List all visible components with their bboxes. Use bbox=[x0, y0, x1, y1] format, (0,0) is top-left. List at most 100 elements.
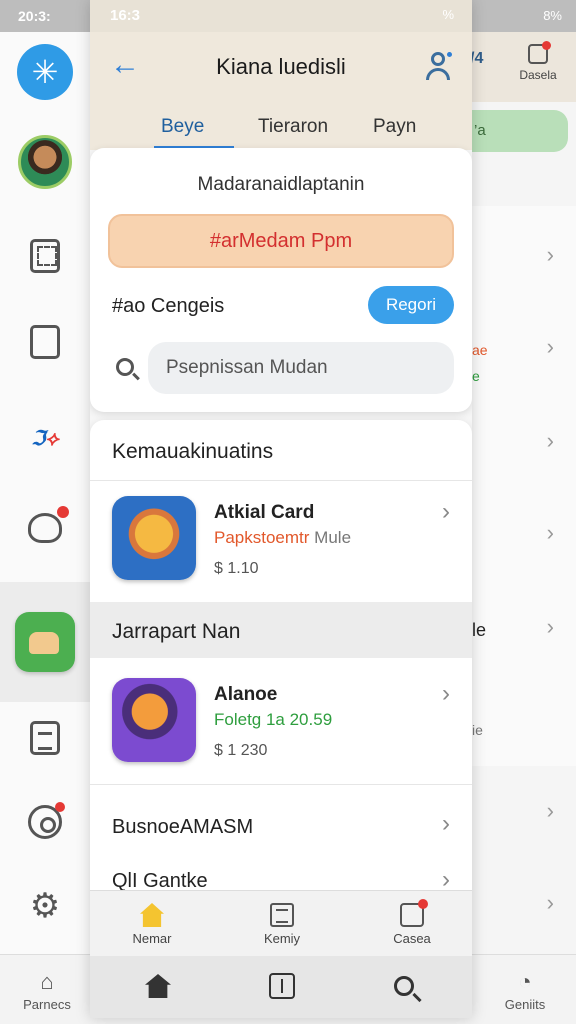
game-app-icon bbox=[15, 612, 75, 672]
section-title: Kemauakinuatins bbox=[112, 440, 274, 463]
chevron-right-icon[interactable]: › bbox=[547, 242, 554, 268]
tab-beye[interactable]: Beye bbox=[161, 116, 204, 138]
file-icon bbox=[30, 325, 60, 359]
app-list-card: Kemauakinuatins Atkial Card Papkstoemtr … bbox=[90, 420, 472, 900]
promo-banner[interactable]: #arMedam Ppm bbox=[108, 214, 454, 268]
background-fragment: ae bbox=[472, 342, 488, 358]
app-list-item[interactable]: Atkial Card Papkstoemtr Mule $ 1.10 › bbox=[90, 482, 472, 592]
list-row-label: BusnoeAMASM bbox=[112, 816, 254, 838]
tab-tieraron[interactable]: Tieraron bbox=[258, 116, 328, 138]
background-nav-settings[interactable]: ◔ Geniits bbox=[490, 969, 560, 1012]
background-fragment: e bbox=[472, 368, 480, 384]
rail-item-avatar[interactable] bbox=[0, 122, 90, 202]
rail-item-file[interactable] bbox=[0, 302, 90, 382]
nav-tab-cases[interactable]: Casea bbox=[372, 899, 452, 946]
app-subtitle: Foletg 1a 20.59 bbox=[214, 710, 332, 730]
app-list-item[interactable]: Alanoe Foletg 1a 20.59 $ 1 230 › bbox=[90, 664, 472, 774]
status-battery: % bbox=[442, 7, 454, 22]
status-bar: 16:3 % bbox=[90, 0, 472, 32]
system-search-button[interactable] bbox=[384, 970, 424, 1002]
tab-payn[interactable]: Payn bbox=[373, 116, 416, 138]
background-top-number: /​4 bbox=[470, 50, 484, 67]
chevron-right-icon[interactable]: › bbox=[547, 798, 554, 824]
square-icon bbox=[269, 973, 295, 999]
background-nav-home[interactable]: ⌂ Parnecs bbox=[12, 969, 82, 1012]
background-green-chip[interactable]: ’a bbox=[470, 110, 568, 152]
chevron-right-icon[interactable]: › bbox=[547, 428, 554, 454]
divider bbox=[90, 784, 472, 785]
background-green-chip-text: ’a bbox=[474, 122, 486, 139]
chevron-right-icon[interactable]: › bbox=[547, 520, 554, 546]
background-status-time: 20:3: bbox=[18, 8, 51, 24]
chevron-right-icon[interactable]: › bbox=[547, 614, 554, 640]
background-nav-home-label: Parnecs bbox=[23, 997, 71, 1012]
rail-item-document[interactable] bbox=[0, 698, 90, 778]
user-icon[interactable] bbox=[422, 50, 454, 82]
app-subtitle-main: Foletg 1a 20.59 bbox=[214, 710, 333, 729]
background-right-card bbox=[470, 206, 576, 766]
search-icon bbox=[116, 358, 134, 376]
document-icon bbox=[30, 721, 60, 755]
foreground-sheet: 16:3 % ← Kiana luedisli Beye Tieraron Pa… bbox=[90, 0, 472, 1018]
rail-item-logo[interactable]: ✳ bbox=[0, 32, 90, 112]
promo-card: Madaranaidlaptanin #arMedam Ppm #ao Ceng… bbox=[90, 148, 472, 412]
home-icon bbox=[140, 903, 164, 927]
tab-bar: Beye Tieraron Payn bbox=[90, 102, 472, 150]
nav-tab-label: Kemiy bbox=[263, 931, 301, 946]
chevron-right-icon: › bbox=[442, 498, 450, 525]
divider bbox=[90, 480, 472, 481]
search-icon bbox=[394, 976, 414, 996]
background-top-button-label: Dasela bbox=[519, 68, 557, 82]
gear-icon: ⚙ bbox=[29, 887, 61, 925]
home-icon bbox=[145, 974, 171, 998]
chevron-right-icon: › bbox=[442, 810, 450, 837]
rail-item-game[interactable] bbox=[0, 582, 90, 702]
app-logo-icon: ✳ bbox=[17, 44, 73, 100]
app-subtitle-main: Papkstoemtr bbox=[214, 528, 310, 547]
nav-tab-label: Nemar bbox=[132, 931, 172, 946]
rail-item-settings[interactable]: ⚙ bbox=[0, 866, 90, 946]
list-row[interactable]: BusnoeAMASM › bbox=[90, 796, 472, 852]
sheet-bottom-tabs: Nemar Kemiy Casea bbox=[90, 890, 472, 956]
sheet-header: ← Kiana luedisli bbox=[90, 32, 472, 102]
rail-item-location[interactable] bbox=[0, 782, 90, 862]
background-top-button[interactable]: Dasela bbox=[516, 41, 560, 82]
game-app-icon bbox=[112, 496, 196, 580]
rail-item-chat[interactable] bbox=[0, 488, 90, 568]
case-icon bbox=[400, 899, 428, 927]
brand-logo-icon: ℑ⟡ bbox=[31, 427, 59, 450]
background-nav-settings-label: Geniits bbox=[504, 997, 546, 1012]
chevron-right-icon[interactable]: › bbox=[547, 334, 554, 360]
background-status-battery: 8% bbox=[543, 8, 562, 23]
app-price: $ 1.10 bbox=[214, 560, 259, 577]
nav-tab-label: Casea bbox=[393, 931, 431, 946]
rail-item-grid[interactable] bbox=[0, 216, 90, 296]
news-icon bbox=[270, 903, 294, 927]
page-title: Kiana luedisli bbox=[216, 54, 346, 79]
section-band: Jarrapart Nan bbox=[90, 602, 472, 658]
search-input[interactable] bbox=[148, 342, 454, 394]
rail-item-brand[interactable]: ℑ⟡ bbox=[0, 398, 90, 478]
edit-grid-icon bbox=[30, 239, 60, 273]
system-home-button[interactable] bbox=[138, 970, 178, 1002]
user-icon-badge bbox=[445, 50, 454, 59]
nav-tab-news[interactable]: Kemiy bbox=[242, 903, 322, 946]
app-subtitle: Papkstoemtr Mule bbox=[214, 528, 351, 548]
app-price: $ 1 230 bbox=[214, 742, 268, 759]
notification-icon bbox=[528, 41, 551, 64]
avatar bbox=[18, 135, 72, 189]
nav-tab-home[interactable]: Nemar bbox=[112, 903, 192, 946]
location-icon bbox=[28, 802, 65, 839]
status-time: 16:3 bbox=[110, 7, 141, 24]
chevron-right-icon: › bbox=[442, 680, 450, 707]
section-title: Jarrapart Nan bbox=[112, 620, 241, 643]
home-outline-icon: ⌂ bbox=[40, 969, 54, 994]
background-fragment: le bbox=[472, 620, 487, 640]
user-icon-head bbox=[431, 52, 445, 66]
app-subtitle-extra: Mule bbox=[314, 528, 352, 547]
chevron-right-icon[interactable]: › bbox=[547, 890, 554, 916]
system-nav-bar bbox=[90, 956, 472, 1018]
register-button[interactable]: Regori bbox=[368, 286, 454, 324]
system-recent-button[interactable] bbox=[262, 970, 302, 1002]
promo-card-title: Madaranaidlaptanin bbox=[197, 174, 365, 195]
